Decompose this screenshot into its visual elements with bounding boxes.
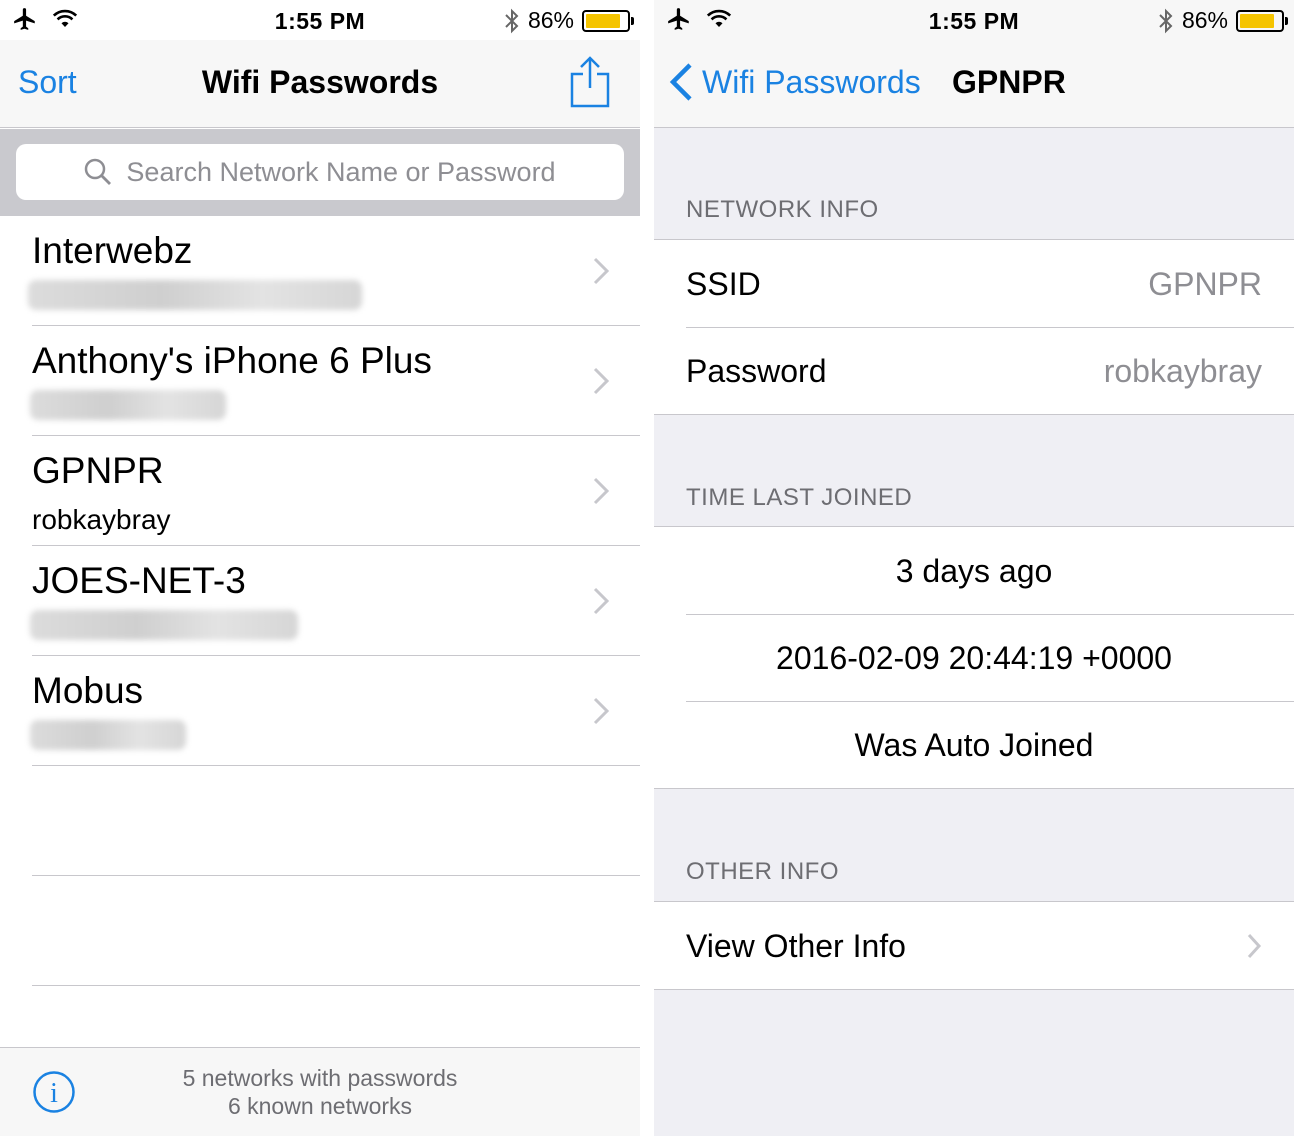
bluetooth-icon [505, 8, 519, 33]
network-row-mobus[interactable]: Mobus [0, 656, 640, 766]
network-list: Interwebz Anthony's iPhone 6 Plus GPNPR … [0, 216, 640, 986]
search-input[interactable]: Search Network Name or Password [16, 144, 624, 200]
empty-row [0, 876, 640, 986]
other-info-group: View Other Info [654, 901, 1294, 990]
network-info-group: SSID GPNPR Password robkaybray [654, 239, 1294, 415]
empty-row [0, 766, 640, 876]
share-icon[interactable] [568, 54, 612, 110]
search-icon [85, 158, 112, 185]
network-name: GPNPR [32, 450, 164, 491]
nav-bar: Wifi Passwords GPNPR [654, 40, 1294, 128]
back-button[interactable]: Wifi Passwords [668, 62, 921, 102]
page-title: Wifi Passwords [201, 64, 439, 100]
wifi-list-screen: 1:55 PM 86% Sort Wifi Passwords Search N… [0, 0, 640, 1136]
password-cell[interactable]: Password robkaybray [654, 327, 1294, 414]
back-button-label: Wifi Passwords [702, 63, 921, 100]
network-row-gpnpr[interactable]: GPNPR robkaybray [0, 436, 640, 546]
view-other-info-label: View Other Info [686, 928, 906, 964]
view-other-info-cell[interactable]: View Other Info [654, 902, 1294, 989]
battery-icon [582, 9, 634, 32]
network-row-interwebz[interactable]: Interwebz [0, 216, 640, 326]
password-value: robkaybray [1103, 353, 1262, 389]
status-bar: 1:55 PM 86% [0, 0, 640, 40]
redacted-password [28, 280, 362, 310]
redacted-password [30, 390, 226, 420]
page-title: GPNPR [952, 64, 1066, 100]
network-name: Anthony's iPhone 6 Plus [32, 340, 432, 381]
relative-time: 3 days ago [895, 553, 1053, 589]
auto-joined: Was Auto Joined [854, 727, 1094, 763]
known-networks-count: 6 known networks [227, 1093, 413, 1119]
redacted-password [30, 720, 186, 750]
network-name: Interwebz [32, 230, 193, 271]
ssid-cell[interactable]: SSID GPNPR [654, 240, 1294, 327]
status-bar: 1:55 PM 86% [654, 0, 1294, 40]
time-last-joined-group: 3 days ago 2016-02-09 20:44:19 +0000 Was… [654, 526, 1294, 789]
section-header-network-info: NETWORK INFO [686, 196, 879, 223]
ssid-value: GPNPR [1148, 266, 1262, 302]
battery-percent: 86% [1181, 7, 1228, 33]
redacted-password [30, 610, 298, 640]
network-detail-screen: 1:55 PM 86% Wifi Passwords GPNPR NETWORK… [654, 0, 1294, 1136]
network-row-joes-net-3[interactable]: JOES-NET-3 [0, 546, 640, 656]
section-header-time-last-joined: TIME LAST JOINED [686, 484, 913, 511]
section-header-other-info: OTHER INFO [686, 858, 839, 885]
battery-fill [1240, 13, 1275, 28]
nav-bar: Sort Wifi Passwords [0, 40, 640, 128]
timestamp-cell: 2016-02-09 20:44:19 +0000 [654, 614, 1294, 701]
chevron-right-icon [593, 587, 610, 615]
passwords-count: 5 networks with passwords [182, 1065, 458, 1091]
relative-time-cell: 3 days ago [654, 527, 1294, 614]
network-row-anthonys-iphone[interactable]: Anthony's iPhone 6 Plus [0, 326, 640, 436]
chevron-right-icon [593, 477, 610, 505]
network-name: JOES-NET-3 [32, 560, 246, 601]
battery-fill [586, 13, 621, 28]
chevron-right-icon [593, 257, 610, 285]
timestamp: 2016-02-09 20:44:19 +0000 [776, 640, 1172, 676]
network-password: robkaybray [32, 504, 171, 535]
ssid-label: SSID [686, 266, 761, 302]
battery-icon [1236, 9, 1288, 32]
chevron-left-icon [669, 63, 692, 101]
chevron-right-icon [593, 367, 610, 395]
network-count-summary: 5 networks with passwords 6 known networ… [0, 1064, 640, 1120]
bluetooth-icon [1159, 8, 1173, 33]
auto-joined-cell: Was Auto Joined [654, 701, 1294, 788]
password-label: Password [686, 353, 827, 389]
chevron-right-icon [1247, 933, 1262, 959]
network-name: Mobus [32, 670, 144, 711]
battery-percent: 86% [527, 7, 574, 33]
chevron-right-icon [593, 697, 610, 725]
search-bar: Search Network Name or Password [0, 129, 640, 216]
bottom-toolbar: i 5 networks with passwords 6 known netw… [0, 1047, 640, 1136]
search-placeholder: Search Network Name or Password [126, 156, 556, 187]
